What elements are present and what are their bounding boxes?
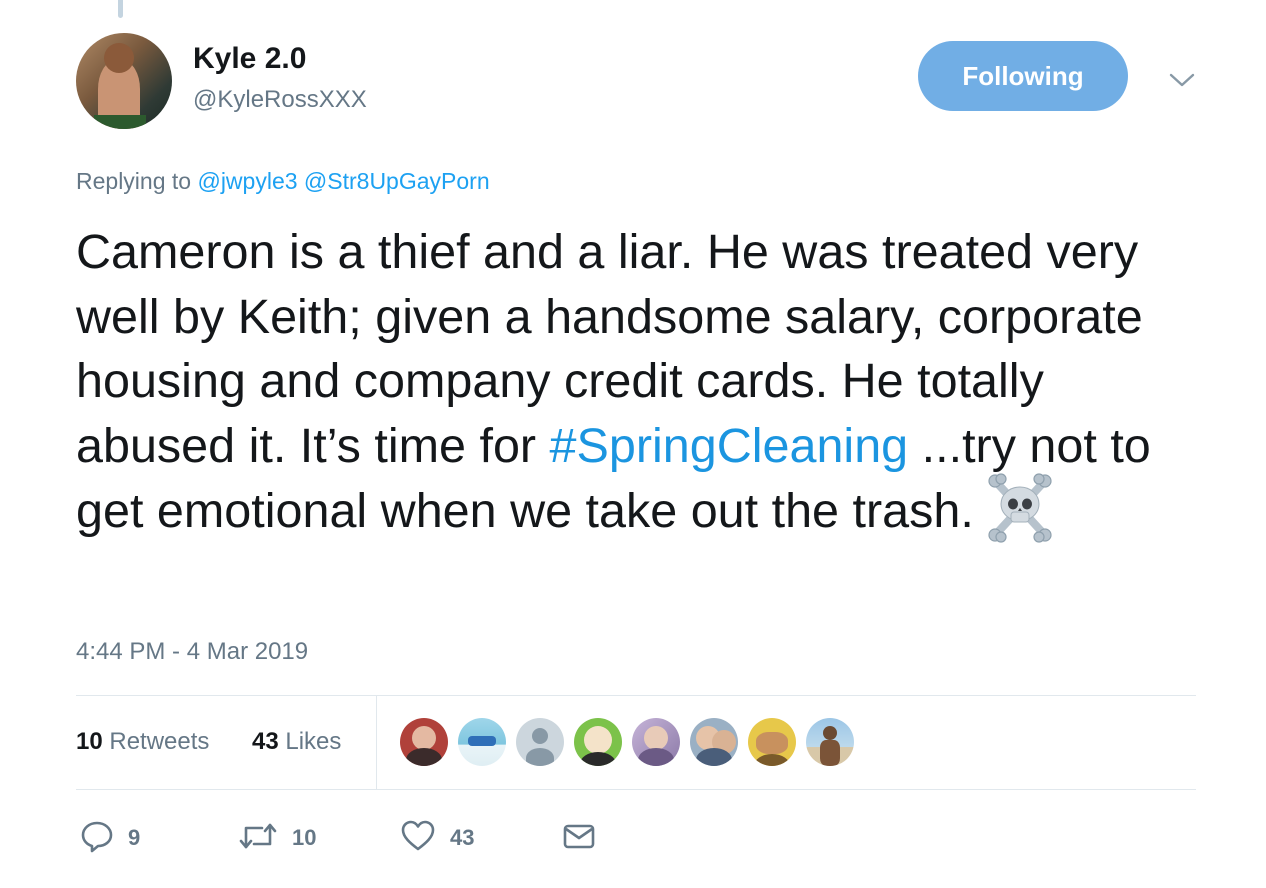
avatar-shoulders <box>580 752 616 766</box>
liker-avatar[interactable] <box>458 718 506 766</box>
liker-avatar[interactable] <box>806 718 854 766</box>
retweet-button[interactable]: 10 <box>238 814 316 862</box>
likes-stat[interactable]: 43 Likes <box>252 728 341 756</box>
thread-connector-line <box>118 0 123 18</box>
avatar-birds <box>468 736 496 746</box>
likes-label: Likes <box>285 728 342 755</box>
retweets-count: 10 <box>76 728 103 755</box>
author-avatar[interactable] <box>76 33 172 129</box>
liker-avatar[interactable] <box>400 718 448 766</box>
default-avatar-body <box>526 748 554 766</box>
liker-avatars <box>400 718 864 766</box>
tweet-timestamp[interactable]: 4:44 PM - 4 Mar 2019 <box>76 638 308 666</box>
direct-message-button[interactable] <box>562 814 596 862</box>
tweet-text: Cameron is a thief and a liar. He was tr… <box>76 220 1186 550</box>
liker-avatar[interactable] <box>632 718 680 766</box>
tweet-actions: 9 10 43 <box>76 814 1196 862</box>
like-count: 43 <box>450 825 475 850</box>
retweets-stat[interactable]: 10 Retweets <box>76 728 209 756</box>
mention-link[interactable]: @Str8UpGayPorn <box>304 168 490 194</box>
divider <box>76 695 1196 696</box>
author-display-name[interactable]: Kyle 2.0 <box>193 42 306 76</box>
avatar-face <box>756 732 788 754</box>
default-avatar-head <box>532 728 548 744</box>
reply-button[interactable]: 9 <box>80 814 140 862</box>
heart-icon <box>400 819 436 858</box>
avatar-shorts <box>94 115 146 129</box>
envelope-icon <box>562 821 596 856</box>
like-button[interactable]: 43 <box>400 814 474 862</box>
avatar-body <box>820 740 840 766</box>
divider <box>76 789 1196 790</box>
skull-and-crossbones-icon <box>984 472 1056 544</box>
liker-avatar[interactable] <box>748 718 796 766</box>
retweets-label: Retweets <box>109 728 210 755</box>
reply-count: 9 <box>128 825 141 850</box>
avatar-face <box>644 726 668 750</box>
replying-to-label: Replying to <box>76 168 192 194</box>
avatar-shoulders <box>406 748 442 766</box>
author-handle[interactable]: @KyleRossXXX <box>193 86 367 114</box>
avatar-shoulders <box>638 748 674 766</box>
liker-avatar[interactable] <box>516 718 564 766</box>
stats-divider <box>376 696 377 789</box>
hashtag-link[interactable]: #SpringCleaning <box>550 419 909 473</box>
following-button[interactable]: Following <box>918 41 1128 111</box>
retweet-icon <box>238 819 278 858</box>
liker-avatar[interactable] <box>574 718 622 766</box>
avatar-face <box>823 726 837 740</box>
avatar-shoulders <box>754 754 790 766</box>
avatar-face <box>584 726 612 754</box>
avatar-shoulders <box>696 748 732 766</box>
avatar-head <box>104 43 134 73</box>
mention-link[interactable]: @jwpyle3 <box>197 168 297 194</box>
chevron-down-icon[interactable] <box>1168 66 1196 94</box>
replying-to-line: Replying to @jwpyle3 @Str8UpGayPorn <box>76 168 490 195</box>
likes-count: 43 <box>252 728 279 755</box>
avatar-face <box>412 726 436 750</box>
reply-icon <box>80 819 114 858</box>
retweet-count: 10 <box>292 825 317 850</box>
liker-avatar[interactable] <box>690 718 738 766</box>
